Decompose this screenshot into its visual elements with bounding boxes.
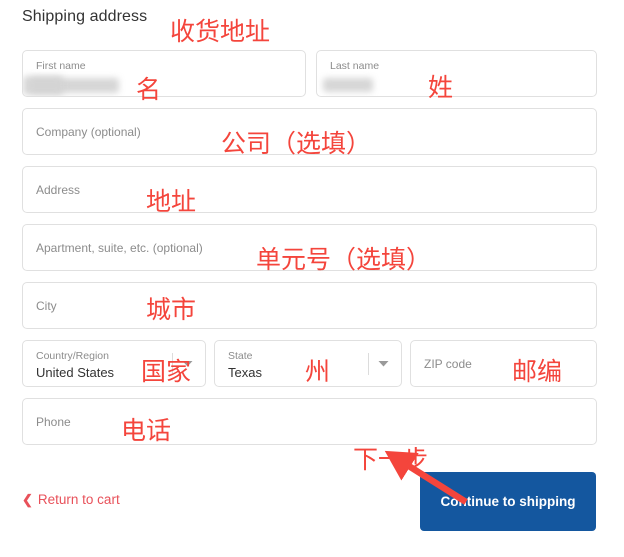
city-label: City [36, 298, 57, 313]
annotation-shipping-address: 收货地址 [170, 17, 271, 46]
country-caret-divider [172, 352, 173, 375]
last-name-label: Last name [330, 60, 380, 72]
state-select[interactable]: State Texas [214, 340, 402, 387]
chevron-down-icon[interactable] [378, 360, 389, 367]
company-label: Company (optional) [36, 124, 141, 139]
continue-to-shipping-button[interactable]: Continue to shipping [420, 472, 596, 531]
apartment-label: Apartment, suite, etc. (optional) [36, 240, 203, 255]
apartment-field[interactable]: Apartment, suite, etc. (optional) [22, 224, 597, 271]
state-label: State [228, 350, 253, 362]
first-name-field[interactable]: First name [22, 50, 306, 97]
zip-code-label: ZIP code [424, 356, 472, 371]
first-name-label: First name [36, 60, 86, 72]
first-name-redacted-value-2 [23, 76, 63, 95]
return-to-cart-link[interactable]: ❮ Return to cart [22, 492, 120, 507]
page-title: Shipping address [22, 8, 148, 25]
company-field[interactable]: Company (optional) [22, 108, 597, 155]
state-value: Texas [228, 365, 262, 380]
zip-code-field[interactable]: ZIP code [410, 340, 597, 387]
phone-label: Phone [36, 414, 71, 429]
last-name-redacted-value [323, 78, 373, 92]
address-field[interactable]: Address [22, 166, 597, 213]
country-region-select[interactable]: Country/Region United States [22, 340, 206, 387]
city-field[interactable]: City [22, 282, 597, 329]
country-region-label: Country/Region [36, 350, 109, 362]
return-to-cart-label: Return to cart [37, 492, 120, 507]
phone-field[interactable]: Phone [22, 398, 597, 445]
address-label: Address [36, 182, 81, 197]
state-caret-divider [368, 352, 369, 375]
chevron-left-icon: ❮ [22, 492, 33, 507]
checkout-shipping-address-page: Shipping address First name Last name Co… [0, 0, 624, 557]
last-name-field[interactable]: Last name [316, 50, 597, 97]
country-region-value: United States [36, 365, 115, 380]
annotation-next-step: 下一步 [353, 445, 429, 474]
chevron-down-icon[interactable] [182, 360, 193, 367]
